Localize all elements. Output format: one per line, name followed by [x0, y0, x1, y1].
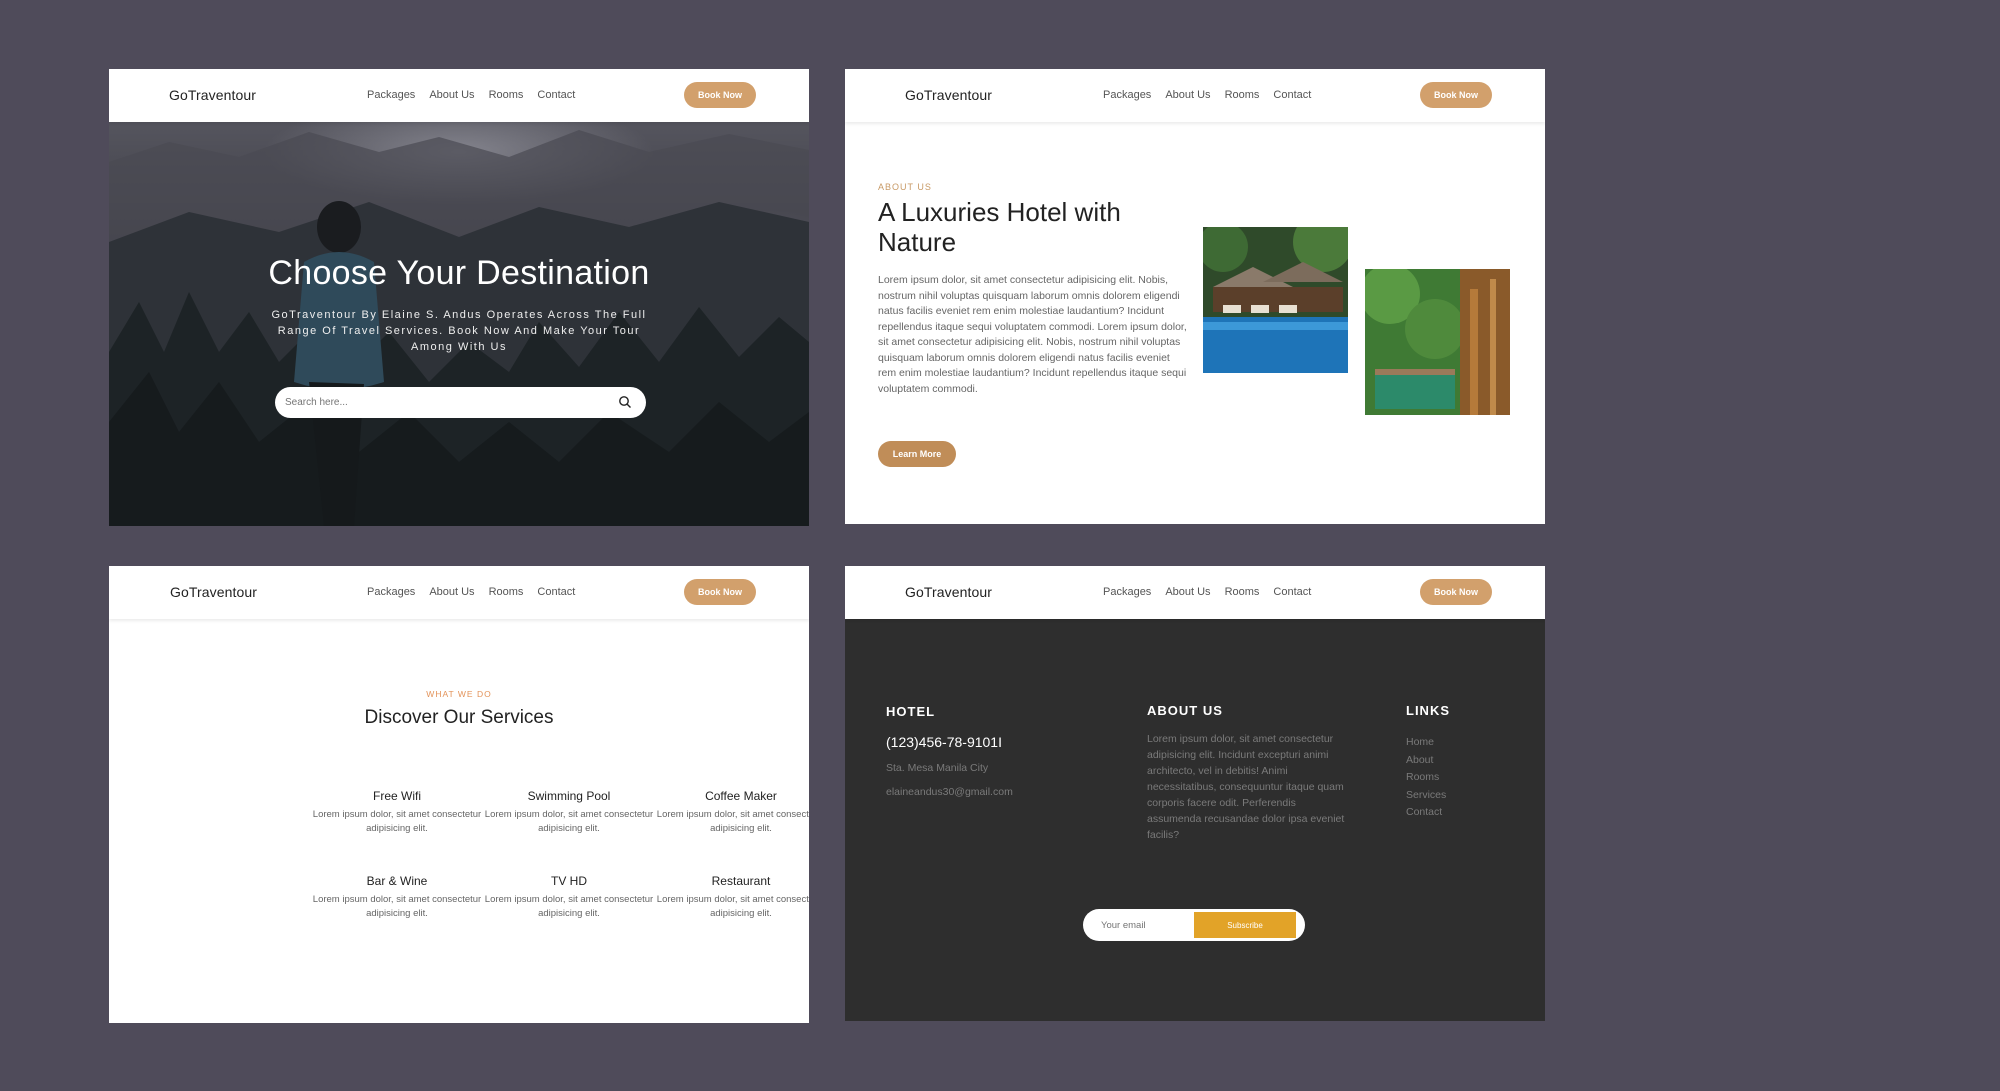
- nav-links: Packages About Us Rooms Contact: [1103, 89, 1311, 101]
- services-panel: GoTraventour Packages About Us Rooms Con…: [109, 566, 809, 1023]
- about-panel: GoTraventour Packages About Us Rooms Con…: [845, 69, 1545, 524]
- nav-links: Packages About Us Rooms Contact: [367, 89, 575, 101]
- nav-link-packages[interactable]: Packages: [1103, 586, 1151, 598]
- subscribe-button[interactable]: Subscribe: [1194, 912, 1296, 938]
- service-name: Coffee Maker: [705, 789, 777, 803]
- service-item: Swimming Pool Lorem ipsum dolor, sit ame…: [483, 789, 655, 836]
- nav-link-contact[interactable]: Contact: [537, 586, 575, 598]
- about-eyebrow: ABOUT US: [878, 182, 932, 192]
- footer-panel: GoTraventour Packages About Us Rooms Con…: [845, 566, 1545, 1021]
- footer-hotel-heading: HOTEL: [886, 704, 936, 719]
- nav-links: Packages About Us Rooms Contact: [367, 586, 575, 598]
- search-bar: [275, 387, 646, 418]
- search-input[interactable]: [285, 394, 585, 411]
- services-eyebrow: WHAT WE DO: [426, 689, 492, 699]
- footer-email[interactable]: elaineandus30@gmail.com: [886, 784, 1013, 800]
- footer-address: Sta. Mesa Manila City: [886, 762, 989, 774]
- hotel-pool-image: [1203, 227, 1348, 373]
- logo[interactable]: GoTraventour: [905, 584, 992, 600]
- nav-link-rooms[interactable]: Rooms: [489, 89, 524, 101]
- nav-link-packages[interactable]: Packages: [367, 586, 415, 598]
- nav-link-contact[interactable]: Contact: [1273, 89, 1311, 101]
- footer-about-text: Lorem ipsum dolor, sit amet consectetur …: [1147, 733, 1345, 841]
- logo[interactable]: GoTraventour: [905, 87, 992, 103]
- service-desc: Lorem ipsum dolor, sit amet consectetur …: [312, 809, 482, 834]
- footer-link-about[interactable]: About: [1406, 752, 1446, 770]
- nav-link-about[interactable]: About Us: [429, 89, 474, 101]
- nav-link-about[interactable]: About Us: [429, 586, 474, 598]
- footer-link-contact[interactable]: Contact: [1406, 804, 1446, 822]
- nav-link-contact[interactable]: Contact: [537, 89, 575, 101]
- nav-link-about[interactable]: About Us: [1165, 89, 1210, 101]
- nav-link-rooms[interactable]: Rooms: [1225, 89, 1260, 101]
- search-icon[interactable]: [618, 395, 632, 409]
- hero-title: Choose Your Destination: [268, 254, 650, 292]
- nav-link-packages[interactable]: Packages: [1103, 89, 1151, 101]
- service-item: Coffee Maker Lorem ipsum dolor, sit amet…: [655, 789, 809, 836]
- footer-links-heading: LINKS: [1406, 703, 1450, 718]
- newsletter-email-input[interactable]: [1101, 917, 1181, 933]
- service-item: Bar & Wine Lorem ipsum dolor, sit amet c…: [311, 874, 483, 921]
- navbar: GoTraventour Packages About Us Rooms Con…: [109, 69, 809, 122]
- hero-panel: GoTraventour Packages About Us Rooms Con…: [109, 69, 809, 526]
- logo[interactable]: GoTraventour: [170, 584, 257, 600]
- navbar: GoTraventour Packages About Us Rooms Con…: [845, 69, 1545, 122]
- learn-more-button[interactable]: Learn More: [878, 441, 956, 467]
- service-desc: Lorem ipsum dolor, sit amet consectetur …: [484, 894, 654, 919]
- book-now-button[interactable]: Book Now: [1420, 579, 1492, 605]
- services-title: Discover Our Services: [364, 707, 554, 728]
- footer-about-heading: ABOUT US: [1147, 703, 1223, 718]
- newsletter-form: Subscribe: [1083, 909, 1305, 941]
- footer-link-services[interactable]: Services: [1406, 787, 1446, 805]
- nav-link-about[interactable]: About Us: [1165, 586, 1210, 598]
- service-name: TV HD: [551, 874, 587, 888]
- service-name: Bar & Wine: [366, 874, 428, 888]
- service-item: TV HD Lorem ipsum dolor, sit amet consec…: [483, 874, 655, 921]
- footer-phone: (123)456-78-9101I: [886, 734, 1002, 750]
- service-desc: Lorem ipsum dolor, sit amet consectetur …: [312, 894, 482, 919]
- about-body: Lorem ipsum dolor, sit amet consectetur …: [878, 274, 1187, 395]
- nav-link-packages[interactable]: Packages: [367, 89, 415, 101]
- nav-link-rooms[interactable]: Rooms: [489, 586, 524, 598]
- service-item: Free Wifi Lorem ipsum dolor, sit amet co…: [311, 789, 483, 836]
- service-desc: Lorem ipsum dolor, sit amet consectetur …: [656, 809, 809, 834]
- footer-link-home[interactable]: Home: [1406, 734, 1446, 752]
- service-item: Restaurant Lorem ipsum dolor, sit amet c…: [655, 874, 809, 921]
- footer-link-rooms[interactable]: Rooms: [1406, 769, 1446, 787]
- book-now-button[interactable]: Book Now: [684, 579, 756, 605]
- navbar: GoTraventour Packages About Us Rooms Con…: [845, 566, 1545, 619]
- book-now-button[interactable]: Book Now: [1420, 82, 1492, 108]
- navbar: GoTraventour Packages About Us Rooms Con…: [109, 566, 809, 619]
- nav-link-contact[interactable]: Contact: [1273, 586, 1311, 598]
- service-name: Free Wifi: [373, 789, 421, 803]
- nav-link-rooms[interactable]: Rooms: [1225, 586, 1260, 598]
- hero-subtitle: GoTraventour By Elaine S. Andus Operates…: [271, 309, 647, 353]
- footer-links: Home About Rooms Services Contact: [1406, 734, 1446, 822]
- book-now-button[interactable]: Book Now: [684, 82, 756, 108]
- logo[interactable]: GoTraventour: [169, 87, 256, 103]
- service-desc: Lorem ipsum dolor, sit amet consectetur …: [484, 809, 654, 834]
- nav-links: Packages About Us Rooms Contact: [1103, 586, 1311, 598]
- service-name: Restaurant: [711, 874, 771, 888]
- about-title: A Luxuries Hotel with Nature: [878, 197, 1121, 257]
- service-name: Swimming Pool: [527, 789, 611, 803]
- hotel-villa-image: [1365, 269, 1510, 415]
- service-desc: Lorem ipsum dolor, sit amet consectetur …: [656, 894, 809, 919]
